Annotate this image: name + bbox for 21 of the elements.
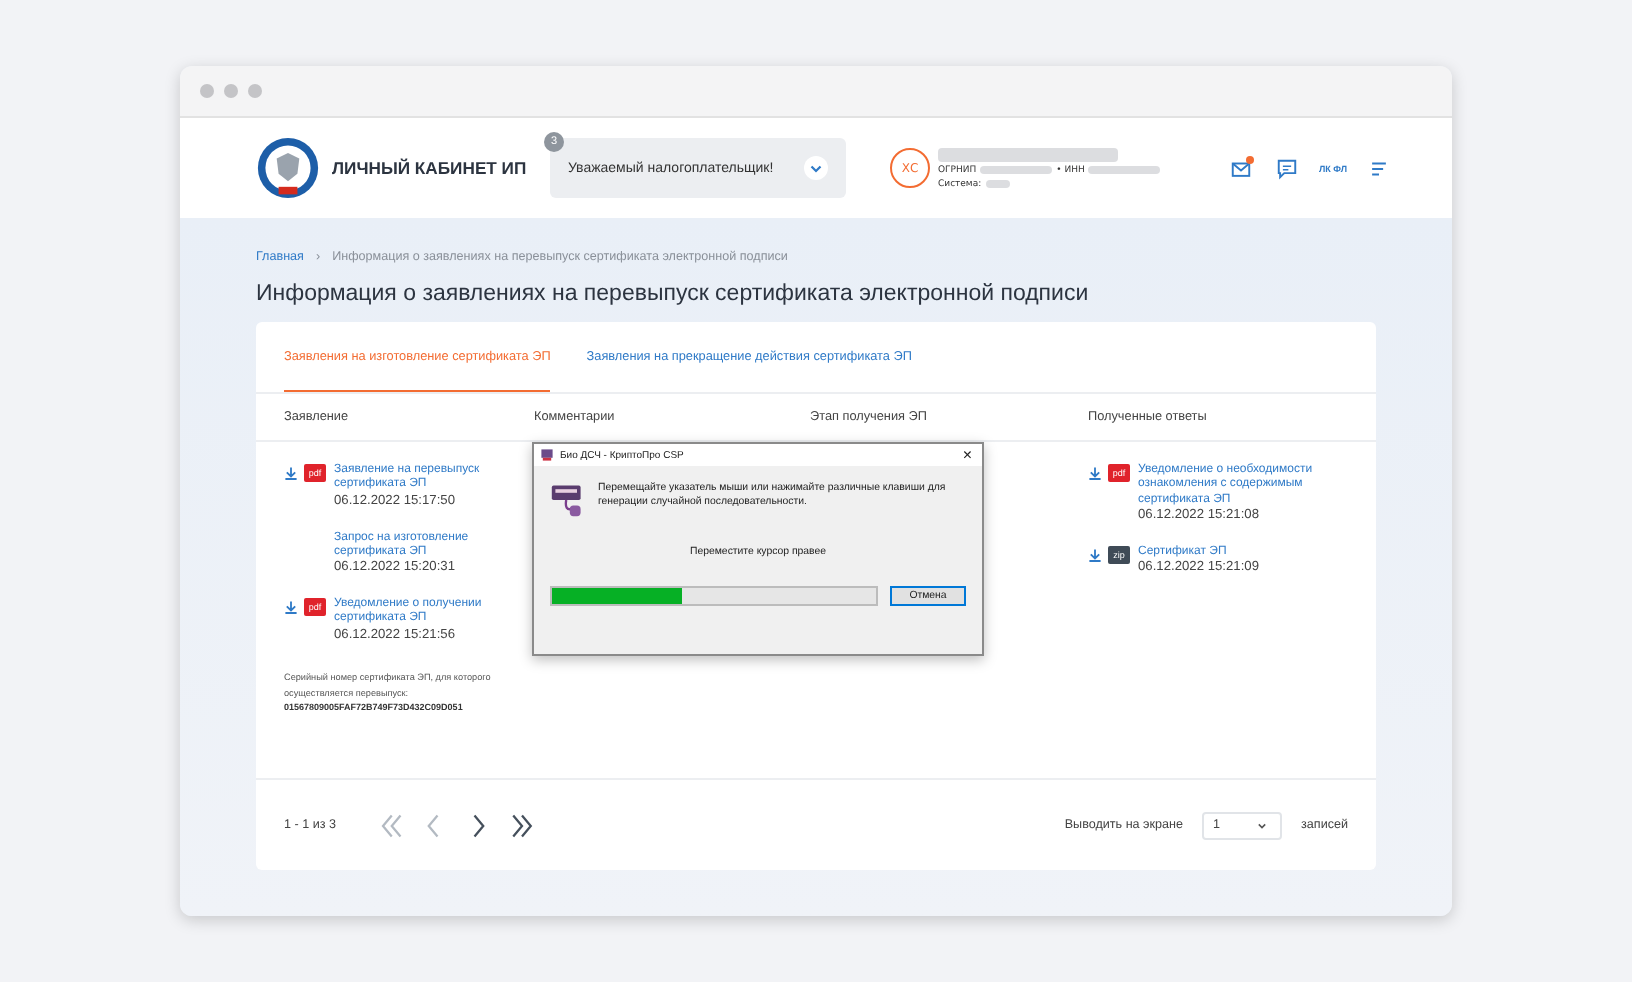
keyboard-mouse-icon <box>550 482 586 518</box>
page-title: Информация о заявлениях на перевыпуск сертификата электронной подписи <box>256 282 1091 306</box>
double-chevron-right-icon[interactable] <box>508 811 537 839</box>
menu-icon <box>1368 157 1390 179</box>
chevron-down-icon <box>804 156 828 180</box>
close-button[interactable]: × <box>958 446 976 464</box>
mail-icon <box>1230 157 1252 179</box>
window-dot[interactable] <box>224 84 238 98</box>
blurred-value <box>1088 166 1161 174</box>
download-icon[interactable] <box>1088 466 1102 480</box>
chat-icon <box>1276 157 1298 179</box>
window-dot[interactable] <box>248 84 262 98</box>
blurred-value <box>980 166 1053 174</box>
download-icon[interactable] <box>284 600 298 615</box>
cabinet-title: ЛИЧНЫЙ КАБИНЕТ ИП <box>332 158 529 178</box>
download-icon[interactable] <box>284 466 298 480</box>
download-icon[interactable] <box>1088 547 1102 562</box>
emblem-logo-icon[interactable] <box>256 136 320 200</box>
blurred-value <box>985 180 1010 188</box>
app-icon <box>540 448 554 462</box>
window-dot[interactable] <box>200 84 214 98</box>
